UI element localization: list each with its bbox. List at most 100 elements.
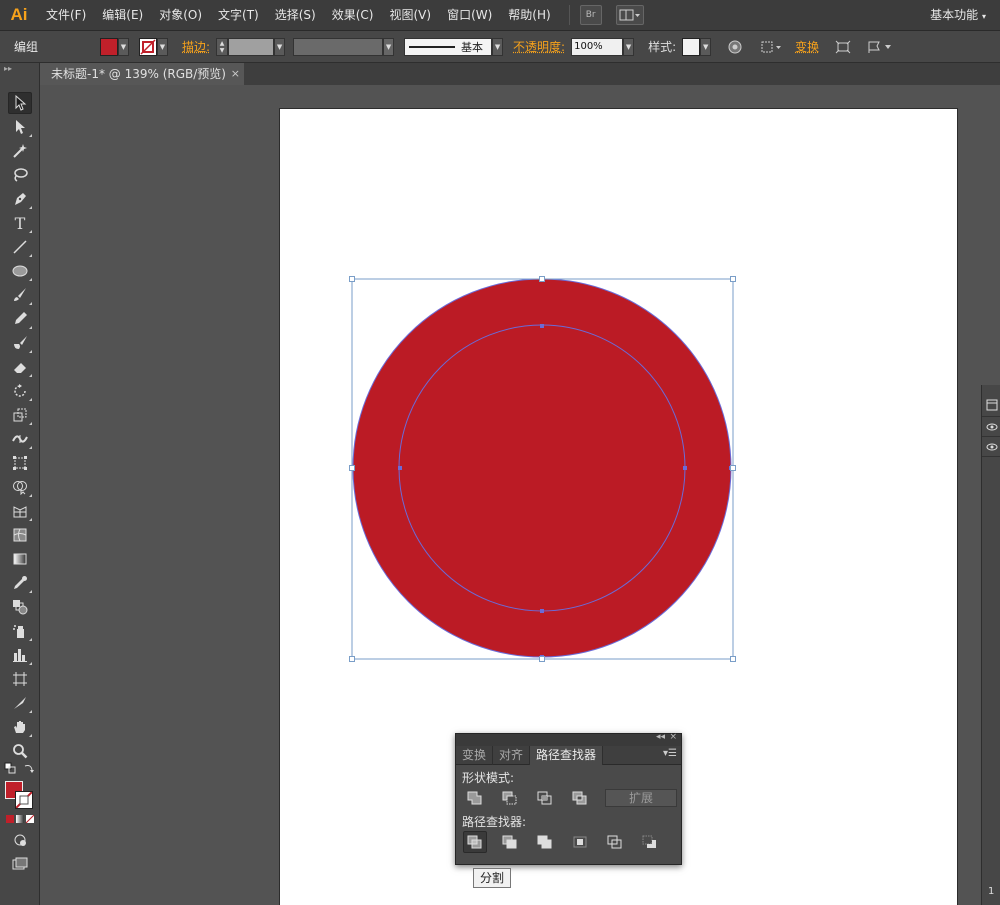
opacity-dropdown[interactable]: ▼ <box>623 37 635 56</box>
paintbrush-tool[interactable] <box>8 284 32 306</box>
tool-flyout-indicator <box>29 638 32 641</box>
merge-button[interactable] <box>533 831 557 853</box>
graphic-style-dropdown[interactable]: ▼ <box>700 37 712 56</box>
visibility-toggle[interactable] <box>982 437 1000 457</box>
blob-brush-tool[interactable] <box>8 332 32 354</box>
stroke-dropdown-arrow[interactable]: ▼ <box>157 37 168 56</box>
ellipse-tool[interactable] <box>8 260 32 282</box>
align-to-button[interactable] <box>759 37 785 57</box>
expand-button[interactable]: 扩展 <box>605 789 677 807</box>
menu-select[interactable]: 选择(S) <box>267 0 324 31</box>
eraser-tool[interactable] <box>8 356 32 378</box>
bridge-button[interactable]: Br <box>579 5 602 25</box>
line-segment-tool[interactable] <box>8 236 32 258</box>
unite-button[interactable] <box>463 787 487 809</box>
workspace-switcher[interactable]: 基本功能 ▾ <box>930 0 986 31</box>
gradient-tool[interactable] <box>8 548 32 570</box>
divide-button[interactable] <box>463 831 487 853</box>
stroke-weight-stepper[interactable]: ▲ ▼ <box>216 37 229 56</box>
perspective-grid-tool[interactable] <box>8 500 32 522</box>
stroke-label[interactable]: 描边: <box>182 38 210 55</box>
close-icon[interactable]: × <box>669 732 677 742</box>
rotate-tool[interactable] <box>8 380 32 402</box>
fill-dropdown-arrow[interactable]: ▼ <box>118 37 129 56</box>
free-transform-tool[interactable] <box>8 452 32 474</box>
close-icon[interactable]: × <box>231 63 240 85</box>
tab-pathfinder[interactable]: 路径查找器 <box>530 746 604 765</box>
stroke-swatch[interactable] <box>139 37 157 56</box>
stroke-color-swatch[interactable] <box>15 791 33 809</box>
document-tab[interactable]: 未标题-1* @ 139% (RGB/预览) × <box>40 63 244 85</box>
screen-mode-button[interactable] <box>8 853 32 875</box>
pencil-tool[interactable] <box>8 308 32 330</box>
panel-options-button[interactable] <box>865 37 895 57</box>
none-mode-button[interactable] <box>26 815 34 823</box>
pen-tool[interactable] <box>8 188 32 210</box>
default-fill-stroke[interactable] <box>3 761 17 775</box>
collapse-icon[interactable]: ◂◂ <box>656 732 665 742</box>
lasso-tool[interactable] <box>8 164 32 186</box>
layers-panel-button[interactable] <box>982 393 1000 417</box>
crop-button[interactable] <box>568 831 592 853</box>
color-mode-button[interactable] <box>6 815 14 823</box>
symbol-sprayer-tool[interactable] <box>8 620 32 642</box>
width-tool[interactable] <box>8 428 32 450</box>
brush-dropdown[interactable]: ▼ <box>492 37 504 56</box>
menu-type[interactable]: 文字(T) <box>210 0 267 31</box>
tab-transform[interactable]: 变换 <box>456 746 494 765</box>
eye-icon <box>986 423 997 430</box>
selection-tool[interactable] <box>8 92 32 114</box>
outer-circle[interactable] <box>352 278 732 658</box>
slice-tool[interactable] <box>8 692 32 714</box>
panel-title-bar[interactable]: ◂◂ × <box>456 732 681 746</box>
magic-wand-tool[interactable] <box>8 140 32 162</box>
menu-window[interactable]: 窗口(W) <box>439 0 500 31</box>
menu-edit[interactable]: 编辑(E) <box>94 0 151 31</box>
intersect-button[interactable] <box>533 787 557 809</box>
recolor-artwork-button[interactable] <box>725 37 745 57</box>
tab-align[interactable]: 对齐 <box>493 746 531 765</box>
brush-definition-field[interactable]: 基本 <box>404 37 493 56</box>
hand-tool[interactable] <box>8 716 32 738</box>
blend-tool[interactable] <box>8 596 32 618</box>
menu-help[interactable]: 帮助(H) <box>500 0 558 31</box>
isolate-group-button[interactable] <box>833 37 853 57</box>
width-icon <box>12 435 28 443</box>
minus-back-button[interactable] <box>638 831 662 853</box>
stroke-weight-dropdown[interactable]: ▼ <box>274 37 286 56</box>
artboard-tool[interactable] <box>8 668 32 690</box>
panel-menu-icon[interactable]: ▾☰ <box>663 748 677 759</box>
shape-modes-label: 形状模式: <box>462 771 515 785</box>
minus-front-button[interactable] <box>498 787 522 809</box>
intersect-icon <box>537 791 552 805</box>
arrange-documents-button[interactable] <box>615 5 644 25</box>
outline-button[interactable] <box>603 831 627 853</box>
direct-selection-tool[interactable] <box>8 116 32 138</box>
visibility-toggle[interactable] <box>982 417 1000 437</box>
trim-button[interactable] <box>498 831 522 853</box>
variable-width-profile[interactable] <box>293 37 384 56</box>
zoom-tool[interactable] <box>8 740 32 762</box>
graphic-style-swatch[interactable] <box>682 37 701 56</box>
column-graph-tool[interactable] <box>8 644 32 666</box>
mesh-tool[interactable] <box>8 524 32 546</box>
menu-view[interactable]: 视图(V) <box>381 0 439 31</box>
opacity-label[interactable]: 不透明度: <box>513 38 565 55</box>
shape-builder-tool[interactable] <box>8 476 32 498</box>
opacity-field[interactable]: 100% <box>571 37 624 56</box>
type-tool[interactable]: T <box>8 212 32 234</box>
menu-effect[interactable]: 效果(C) <box>324 0 382 31</box>
swap-fill-stroke[interactable] <box>22 761 36 775</box>
stroke-weight-field[interactable] <box>228 37 275 56</box>
menu-file[interactable]: 文件(F) <box>38 0 94 31</box>
drawing-modes-button[interactable] <box>8 829 32 851</box>
toolbar-grip[interactable]: ▸▸ <box>0 63 39 75</box>
scale-tool[interactable] <box>8 404 32 426</box>
variable-width-dropdown[interactable]: ▼ <box>383 37 395 56</box>
transform-link[interactable]: 变换 <box>795 38 819 55</box>
menu-object[interactable]: 对象(O) <box>151 0 210 31</box>
fill-swatch[interactable] <box>100 37 118 56</box>
exclude-button[interactable] <box>568 787 592 809</box>
gradient-mode-button[interactable] <box>16 815 24 823</box>
eyedropper-tool[interactable] <box>8 572 32 594</box>
